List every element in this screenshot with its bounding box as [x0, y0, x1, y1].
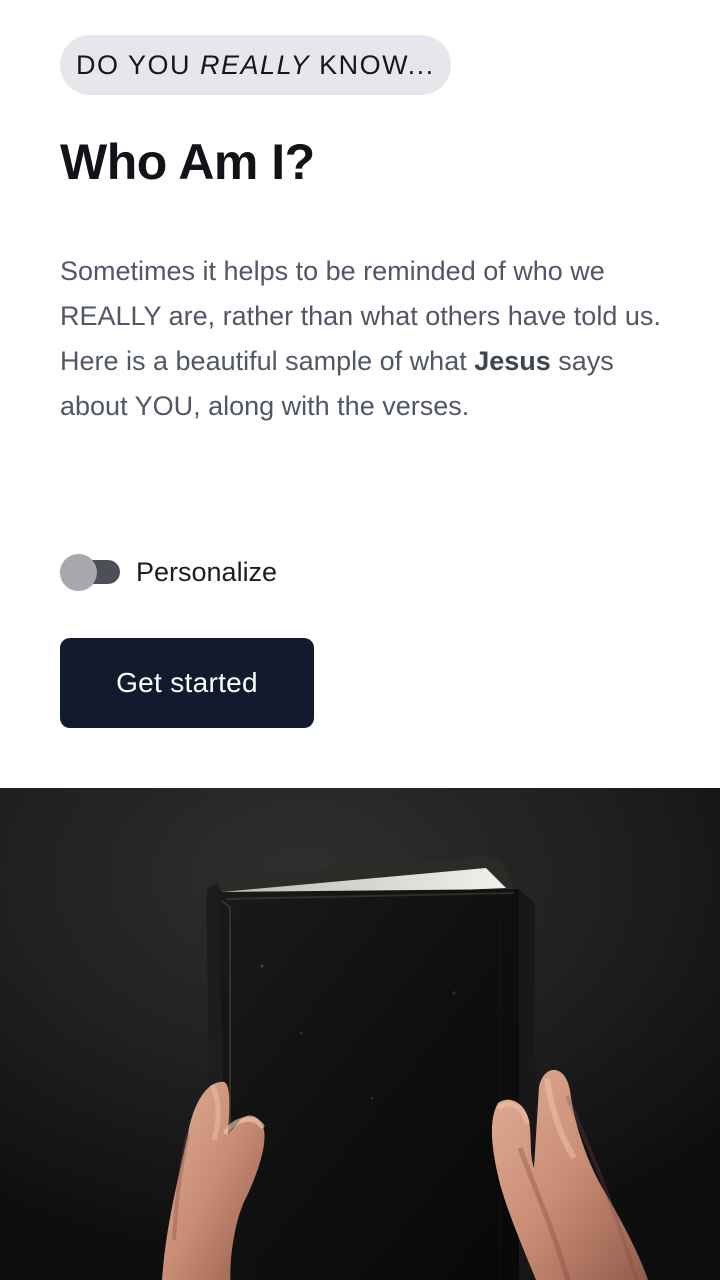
page-title: Who Am I? — [60, 134, 315, 190]
eyebrow-emphasis: REALLY — [200, 50, 311, 80]
photo-illustration — [0, 788, 720, 1280]
eyebrow-pill: DO YOU REALLY KNOW... — [60, 35, 451, 95]
get-started-button[interactable]: Get started — [60, 638, 314, 728]
intro-screen: DO YOU REALLY KNOW... Who Am I? Sometime… — [0, 0, 720, 788]
personalize-toggle-row: Personalize — [60, 551, 277, 593]
book — [205, 856, 535, 1280]
eyebrow-text-before: DO YOU — [76, 50, 201, 80]
toggle-knob — [60, 554, 97, 591]
intro-description: Sometimes it helps to be reminded of who… — [60, 249, 675, 429]
personalize-toggle[interactable] — [60, 551, 120, 593]
hands-holding-book-photo — [0, 788, 720, 1280]
eyebrow-text-after: KNOW... — [310, 50, 435, 80]
description-emphasis: Jesus — [474, 346, 551, 376]
personalize-label: Personalize — [136, 557, 278, 587]
